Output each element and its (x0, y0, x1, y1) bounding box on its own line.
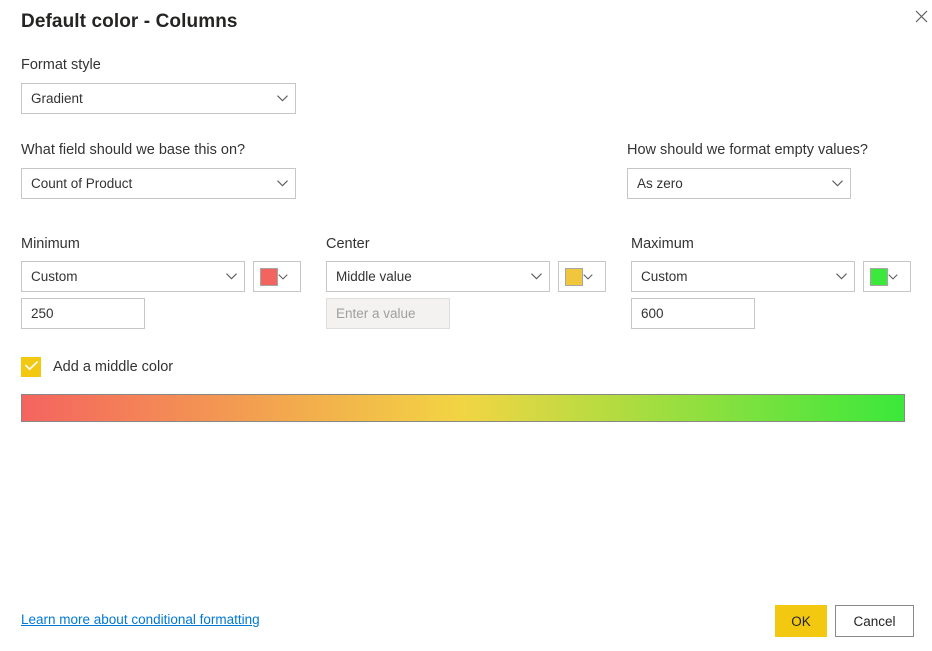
minimum-mode-dropdown[interactable]: Custom (21, 261, 245, 292)
center-mode-dropdown[interactable]: Middle value (326, 261, 550, 292)
chevron-down-icon (828, 273, 854, 280)
minimum-section: Minimum Custom 250 (21, 236, 301, 329)
minimum-color-picker[interactable] (253, 261, 301, 292)
maximum-section: Maximum Custom 600 (631, 236, 911, 329)
learn-more-link[interactable]: Learn more about conditional formatting (21, 612, 260, 627)
chevron-down-icon (583, 274, 605, 280)
center-value-input[interactable]: Enter a value (326, 298, 450, 329)
center-title: Center (326, 236, 606, 252)
maximum-value-input[interactable]: 600 (631, 298, 755, 329)
maximum-color-swatch (870, 268, 888, 286)
empty-values-dropdown[interactable]: As zero (627, 168, 851, 199)
empty-values-value: As zero (628, 176, 824, 191)
checkmark-icon (25, 358, 38, 376)
format-style-label: Format style (21, 56, 296, 74)
minimum-controls-row: Custom (21, 261, 301, 292)
base-field-dropdown[interactable]: Count of Product (21, 168, 296, 199)
minimum-mode-value: Custom (22, 269, 218, 284)
chevron-down-icon (523, 273, 549, 280)
format-style-dropdown[interactable]: Gradient (21, 83, 296, 114)
center-color-swatch (565, 268, 583, 286)
ok-button[interactable]: OK (775, 605, 827, 637)
base-field-value: Count of Product (22, 176, 269, 191)
chevron-down-icon (278, 274, 300, 280)
base-field-label: What field should we base this on? (21, 141, 296, 159)
chevron-down-icon (269, 180, 295, 187)
maximum-controls-row: Custom (631, 261, 911, 292)
close-icon (915, 10, 928, 23)
dialog-title: Default color - Columns (21, 11, 238, 33)
center-color-picker[interactable] (558, 261, 606, 292)
checkbox-box (21, 357, 41, 377)
add-middle-color-checkbox[interactable]: Add a middle color (21, 357, 173, 377)
cancel-button[interactable]: Cancel (835, 605, 914, 637)
empty-values-section: How should we format empty values? As ze… (627, 141, 868, 199)
maximum-mode-value: Custom (632, 269, 828, 284)
maximum-mode-dropdown[interactable]: Custom (631, 261, 855, 292)
format-style-value: Gradient (22, 91, 269, 106)
close-button[interactable] (905, 0, 932, 32)
minimum-color-swatch (260, 268, 278, 286)
minimum-value-input[interactable]: 250 (21, 298, 145, 329)
gradient-preview-bar (21, 394, 905, 422)
chevron-down-icon (824, 180, 850, 187)
base-field-section: What field should we base this on? Count… (21, 141, 296, 199)
add-middle-color-label: Add a middle color (53, 359, 173, 375)
maximum-title: Maximum (631, 236, 911, 252)
center-controls-row: Middle value (326, 261, 606, 292)
maximum-color-picker[interactable] (863, 261, 911, 292)
minimum-title: Minimum (21, 236, 301, 252)
empty-values-label: How should we format empty values? (627, 141, 868, 159)
center-section: Center Middle value Enter a value (326, 236, 606, 329)
chevron-down-icon (888, 274, 910, 280)
center-mode-value: Middle value (327, 269, 523, 284)
format-style-section: Format style Gradient (21, 56, 296, 114)
chevron-down-icon (269, 95, 295, 102)
chevron-down-icon (218, 273, 244, 280)
